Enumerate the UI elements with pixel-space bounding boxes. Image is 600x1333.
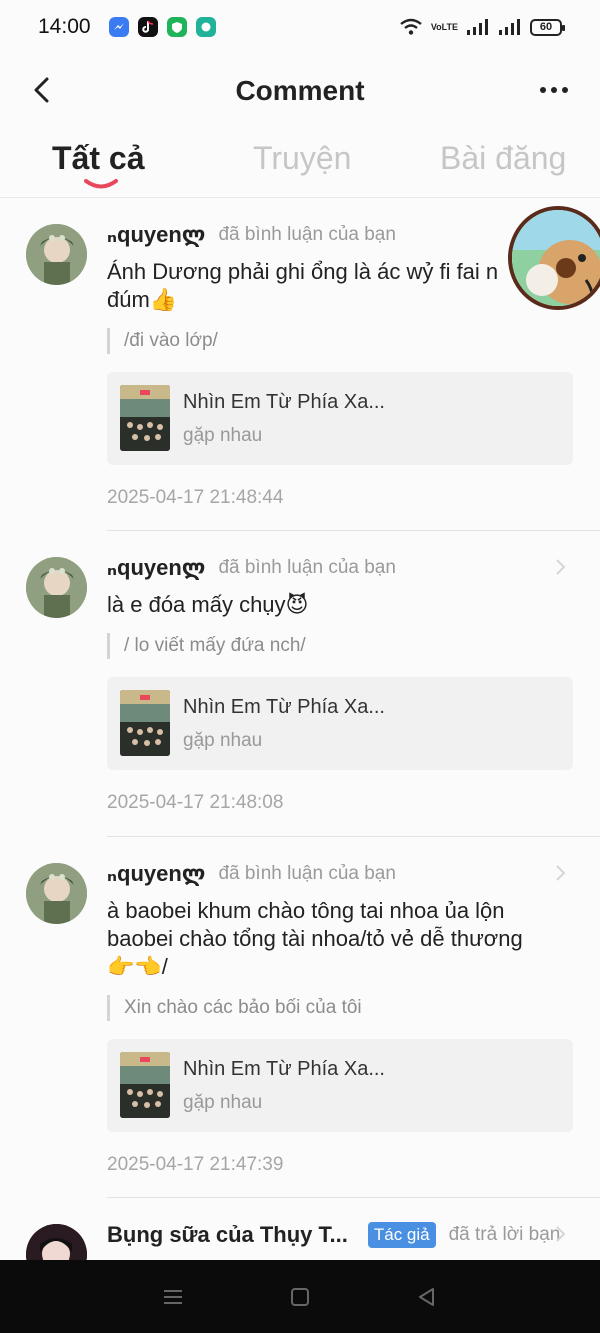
avatar[interactable] [26, 1224, 87, 1260]
author-name[interactable]: Bụng sữa của Thụy T... [107, 1222, 348, 1248]
quoted-text: / lo viết mấy đứa nch/ [107, 633, 572, 659]
notification-app-icons [108, 17, 216, 37]
timestamp: 2025-04-17 21:47:39 [107, 1154, 284, 1175]
story-thumbnail [120, 1052, 170, 1118]
story-title: Nhìn Em Từ Phía Xa... [183, 391, 385, 413]
story-title: Nhìn Em Từ Phía Xa... [183, 696, 385, 718]
chapter-name: gặp nhau [183, 1092, 263, 1113]
avatar[interactable] [26, 557, 87, 618]
tab-all[interactable]: Tất cả [52, 140, 144, 177]
author-name[interactable]: ₙquyenლ [107, 861, 205, 887]
story-card[interactable]: Nhìn Em Từ Phía Xa... gặp nhau [107, 1039, 573, 1132]
tab-active-indicator [84, 179, 118, 189]
comment-line: đúm👍 [107, 287, 178, 312]
comment-item[interactable]: ₙquyenლ đã bình luận của bạn là e đóa mấ… [0, 531, 600, 836]
more-options-button[interactable] [534, 74, 574, 106]
quoted-text: /đi vào lớp/ [107, 328, 572, 354]
chapter-name: gặp nhau [183, 730, 263, 751]
more-dot [551, 87, 557, 93]
author-name[interactable]: ₙquyenლ [107, 555, 205, 581]
timestamp: 2025-04-17 21:48:08 [107, 792, 284, 813]
timestamp: 2025-04-17 21:48:44 [107, 487, 284, 508]
author-badge: Tác giả [367, 1222, 436, 1248]
comment-line: à baobei khum chào tông tai nhoa ủa lộn [107, 898, 505, 923]
messenger-icon [108, 17, 129, 37]
top-app-bar: Comment [0, 62, 600, 120]
chapter-name: gặp nhau [183, 425, 263, 446]
battery-icon: 60 [530, 18, 565, 36]
comment-text: à baobei khum chào tông tai nhoa ủa lộn … [107, 897, 572, 981]
signal-icon-2 [499, 19, 520, 35]
chevron-right-icon[interactable] [554, 1224, 568, 1244]
more-dot [540, 87, 546, 93]
notification-feed[interactable]: ₙquyenლ đã bình luận của bạn Ánh Dương p… [0, 198, 600, 1260]
author-line: ₙquyenლ đã bình luận của bạn [107, 859, 572, 889]
floating-sticker-button[interactable] [508, 206, 600, 310]
volte-icon: VoLTE [430, 21, 458, 32]
comment-line: baobei chào tổng tài nhoa/tỏ vẻ dễ thươn… [107, 926, 523, 951]
status-bar: 14:00 VoLTE 60 [0, 0, 600, 54]
author-line: ₙquyenლ đã bình luận của bạn [107, 553, 572, 583]
chevron-right-icon[interactable] [554, 557, 568, 577]
avatar[interactable] [26, 863, 87, 924]
comment-item[interactable]: ₙquyenლ đã bình luận của bạn à baobei kh… [0, 837, 600, 1197]
page-title: Comment [235, 75, 365, 106]
battery-level: 60 [539, 21, 553, 33]
author-line: ₙquyenლ đã bình luận của bạn [107, 220, 572, 250]
signal-icon [467, 19, 488, 35]
reply-item[interactable]: Bụng sữa của Thụy T... Tác giả đã trả lờ… [0, 1198, 600, 1260]
chevron-left-icon [34, 77, 49, 103]
status-time: 14:00 [38, 15, 91, 38]
tab-post[interactable]: Bài đăng [440, 140, 566, 177]
filter-tabs: Tất cả Truyện Bài đăng [0, 132, 600, 198]
cartoon-dog-icon [512, 210, 600, 306]
author-name[interactable]: ₙquyenლ [107, 222, 205, 248]
wifi-icon [400, 18, 422, 35]
action-text: đã bình luận của bạn [218, 557, 396, 578]
story-title: Nhìn Em Từ Phía Xa... [183, 1058, 385, 1080]
comment-line: Ánh Dương phải ghi ổng là ác wỷ fi fai n [107, 259, 499, 284]
system-navigation-bar [0, 1260, 600, 1333]
tab-story[interactable]: Truyện [253, 140, 351, 177]
system-indicators: VoLTE 60 [399, 18, 565, 36]
chat-icon [195, 17, 216, 37]
comment-line: là e đóa mấy chụy😈 [107, 592, 309, 617]
comment-line: 👉👈/ [107, 954, 168, 979]
author-line: Bụng sữa của Thụy T... Tác giả đã trả lờ… [107, 1220, 572, 1250]
action-text: đã trả lời bạn [448, 1224, 561, 1245]
story-card[interactable]: Nhìn Em Từ Phía Xa... gặp nhau [107, 677, 573, 770]
menu-icon[interactable] [162, 1286, 184, 1308]
avatar[interactable] [26, 224, 87, 285]
chevron-right-icon[interactable] [554, 863, 568, 883]
story-thumbnail [120, 385, 170, 451]
action-text: đã bình luận của bạn [218, 863, 396, 884]
story-card[interactable]: Nhìn Em Từ Phía Xa... gặp nhau [107, 372, 573, 465]
vpn-shield-icon [166, 17, 187, 37]
more-dot [562, 87, 568, 93]
action-text: đã bình luận của bạn [218, 224, 396, 245]
back-button[interactable] [24, 72, 60, 108]
comment-text: Ánh Dương phải ghi ổng là ác wỷ fi fai n… [107, 258, 572, 314]
back-triangle-icon[interactable] [416, 1286, 438, 1308]
story-thumbnail [120, 690, 170, 756]
quoted-text: Xin chào các bảo bối của tôi [107, 995, 572, 1021]
tiktok-icon [137, 17, 158, 37]
comment-text: là e đóa mấy chụy😈 [107, 591, 572, 619]
home-icon[interactable] [289, 1286, 311, 1308]
